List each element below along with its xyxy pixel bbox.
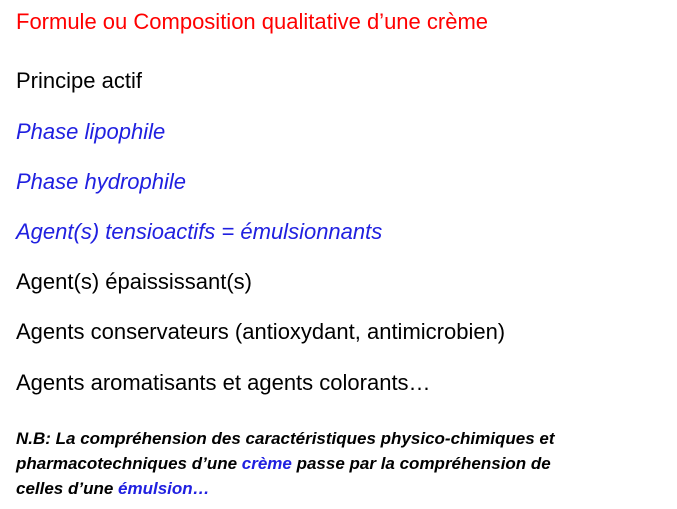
nb-note: N.B: La compréhension des caractéristiqu…: [16, 426, 666, 501]
creme-highlight: crème: [241, 454, 292, 473]
emulsion-highlight: émulsion…: [118, 479, 210, 498]
nb-note-line-3-start: celles d’une: [16, 479, 119, 498]
item-agents-tensioactifs: Agent(s) tensioactifs = émulsionnants: [16, 219, 383, 244]
nb-note-line-3: celles d’une émulsion…: [16, 476, 666, 501]
nb-note-line-2-start: pharmacotechniques d’une: [16, 454, 242, 473]
nb-note-line-1: N.B: La compréhension des caractéristiqu…: [16, 429, 555, 448]
item-phase-lipophile: Phase lipophile: [16, 119, 166, 144]
nb-note-line-2-end: passe par la compréhension de: [291, 454, 551, 473]
item-agents-epaississants: Agent(s) épaississant(s): [16, 269, 252, 294]
slide-title: Formule ou Composition qualitative d’une…: [16, 9, 489, 34]
item-agents-conservateurs: Agents conservateurs (antioxydant, antim…: [16, 319, 506, 344]
nb-note-line-2: pharmacotechniques d’une crème passe par…: [16, 451, 666, 476]
item-principe-actif: Principe actif: [16, 68, 142, 93]
item-phase-hydrophile: Phase hydrophile: [16, 169, 187, 194]
item-agents-aromatisants: Agents aromatisants et agents colorants…: [16, 370, 431, 395]
